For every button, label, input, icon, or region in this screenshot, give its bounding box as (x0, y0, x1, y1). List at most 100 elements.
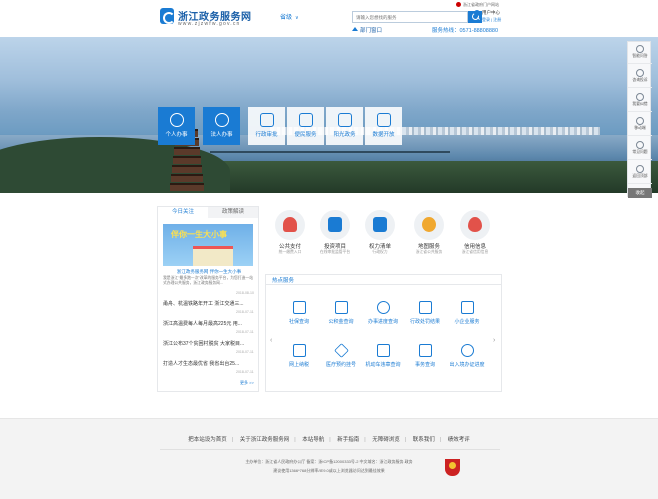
category-approval[interactable]: 行政审批 (248, 107, 285, 145)
footer-browser-tip: 建议使用1366*768分辨率/IE9.0或以上浏览器访问达到最佳效果 (273, 468, 385, 473)
correction-button[interactable]: 我要纠错 (628, 90, 652, 112)
footer-link-accessibility[interactable]: 无障碍浏览 (372, 437, 400, 443)
category-label: 行政审批 (255, 132, 278, 138)
service-medical[interactable]: 医疗预约挂号 (321, 343, 361, 368)
news-feature-image[interactable]: 伴你一生大小事 (163, 224, 253, 266)
quick-credit-info[interactable]: 信用信息 浙江省信用信息 (453, 210, 497, 255)
news-panel: 今日关注 政策解读 伴你一生大小事 浙江政务服务网 伴你一生大小事 我是浙江"最… (157, 206, 259, 392)
login-register-links[interactable]: 登录 | 注册 (482, 17, 501, 23)
service-tax[interactable]: 网上纳税 (279, 344, 319, 368)
news-item[interactable]: 浙江高温费每人每月最高225元 用... (163, 320, 255, 327)
news-headline[interactable]: 浙江政务服务网 伴你一生大小事 (163, 269, 255, 275)
hot-services-header: 热点服务 (266, 275, 501, 285)
user-icon[interactable] (474, 10, 480, 16)
collapse-button[interactable]: 收起 (628, 188, 652, 198)
consult-button[interactable]: 咨询投诉 (628, 66, 652, 88)
housing-fund-icon (334, 301, 348, 314)
category-corporate[interactable]: 法人办事 (203, 107, 240, 145)
category-label: 法人办事 (210, 132, 233, 138)
affairs-icon (418, 344, 432, 357)
penalty-icon (418, 301, 432, 314)
news-tabs: 今日关注 政策解读 (158, 207, 258, 218)
footer-link-contact[interactable]: 联系我们 (413, 437, 435, 443)
news-more-link[interactable]: 更多 >> (240, 380, 254, 386)
quick-sub: 行政权力 (372, 250, 388, 254)
gov-portal-label: 浙江省政府门户网站 (463, 2, 499, 7)
mobile-button[interactable]: 移动端 (628, 114, 652, 136)
service-progress[interactable]: 办事进度查询 (363, 301, 403, 325)
category-label: 便民服务 (294, 132, 317, 138)
faq-button[interactable]: 常见问题 (628, 138, 652, 160)
project-icon (328, 217, 342, 232)
news-item[interactable]: 甬舟、杭温铁路年开工 浙江交通三... (163, 300, 255, 307)
footer-link-about[interactable]: 关于浙江政务服务网 (240, 437, 290, 443)
service-affairs[interactable]: 事务查询 (405, 344, 445, 368)
service-hotline: 服务热线：0571-88808880 (432, 28, 499, 34)
gov-portal-link[interactable]: 浙江省政府门户网站 (456, 2, 499, 8)
service-social-security[interactable]: 社保查询 (279, 301, 319, 325)
news-item[interactable]: 浙江公布37个贫困村脱贫 大家税目... (163, 340, 255, 347)
next-arrow-icon[interactable]: › (493, 337, 495, 344)
sidebar-label: 移动端 (634, 126, 646, 130)
tab-policy[interactable]: 政策解读 (208, 207, 258, 218)
quick-sub: 在线审批监管平台 (319, 250, 351, 254)
medical-icon (333, 343, 349, 358)
quick-label: 地图服务 (417, 244, 440, 250)
sidebar-label: 常见问题 (632, 150, 648, 154)
quick-power-list[interactable]: 权力清单 行政权力 (358, 210, 402, 255)
department-window-link[interactable]: 部门窗口 (360, 26, 382, 34)
service-vehicle[interactable]: 机动车违章查询 (363, 344, 403, 368)
footer-link-guide[interactable]: 新手指南 (337, 437, 359, 443)
quick-label: 权力清单 (368, 244, 391, 250)
smart-qa-button[interactable]: 智能问答 (628, 42, 652, 64)
user-center-link[interactable]: 用户中心 (482, 10, 500, 16)
footer-link-evaluation[interactable]: 绩效考评 (448, 437, 470, 443)
building-image (193, 246, 233, 266)
quick-map-service[interactable]: 地图服务 浙江省公共服务 (407, 210, 451, 255)
hot-services-panel: 热点服务 ‹ › 社保查询 公积金查询 办事进度查询 行政处罚结果 小企业服务 … (265, 274, 502, 392)
category-convenience[interactable]: 便民服务 (287, 107, 324, 145)
service-enterprise[interactable]: 小企业服务 (447, 301, 487, 325)
search-input[interactable] (352, 11, 468, 23)
mobile-icon (636, 117, 644, 125)
service-penalty[interactable]: 行政处罚结果 (405, 301, 445, 325)
footer-link-homepage[interactable]: 把本站设为首页 (188, 437, 227, 443)
service-label: 网上纳税 (288, 362, 309, 368)
chevron-down-icon: ∨ (295, 15, 299, 21)
category-personal[interactable]: 个人办事 (158, 107, 195, 145)
prev-arrow-icon[interactable]: ‹ (270, 337, 272, 344)
tab-today-focus[interactable]: 今日关注 (158, 207, 208, 218)
robot-icon (636, 45, 644, 53)
quick-investment-project[interactable]: 投资项目 在线审批监管平台 (313, 210, 357, 255)
news-image-caption: 伴你一生大小事 (171, 229, 227, 239)
quick-sub: 统一缴费入口 (278, 250, 302, 254)
header: 浙江政务服务网 www.zjzwfw.gov.cn 省级 ∨ 浙江省政府门户网站 … (0, 0, 658, 37)
category-sunshine[interactable]: 阳光政务 (326, 107, 363, 145)
site-url: www.zjzwfw.gov.cn (178, 21, 241, 27)
service-label: 办事进度查询 (367, 319, 398, 325)
quick-public-payment[interactable]: 公共支付 统一缴费入口 (268, 210, 312, 255)
site-logo-icon[interactable] (160, 8, 175, 24)
service-housing-fund[interactable]: 公积金查询 (321, 301, 361, 325)
footer-link-sitemap[interactable]: 本站导航 (302, 437, 324, 443)
news-item-date: 2018-07-11 (236, 350, 254, 354)
sidebar-label: 咨询投诉 (632, 78, 648, 82)
gov-emblem-icon (456, 2, 461, 8)
sidebar-label: 我要纠错 (632, 102, 648, 106)
party-gov-emblem-icon[interactable] (445, 459, 460, 476)
sidebar-label: 返回顶部 (632, 174, 648, 178)
faq-icon (636, 141, 644, 149)
service-label: 出入境办证进度 (449, 362, 485, 368)
service-label: 事务查询 (414, 362, 435, 368)
category-label: 数据开放 (372, 132, 395, 138)
service-exit-entry[interactable]: 出入境办证进度 (447, 344, 487, 368)
credit-icon (468, 217, 482, 232)
page: 浙江政务服务网 www.zjzwfw.gov.cn 省级 ∨ 浙江省政府门户网站 … (0, 0, 658, 499)
sidebar-label: 智能问答 (632, 54, 648, 58)
footer-links: 把本站设为首页 | 关于浙江政务服务网 | 本站导航 | 新手指南 | 无障碍浏览 | 联… (188, 437, 470, 443)
quick-label: 投资项目 (323, 244, 346, 250)
province-selector[interactable]: 省级 ∨ (280, 12, 299, 21)
back-to-top-button[interactable]: 返回顶部 (628, 162, 652, 184)
news-item[interactable]: 打造人才生态最优省 我省出台25... (163, 360, 255, 367)
category-data-open[interactable]: 数据开放 (365, 107, 402, 145)
